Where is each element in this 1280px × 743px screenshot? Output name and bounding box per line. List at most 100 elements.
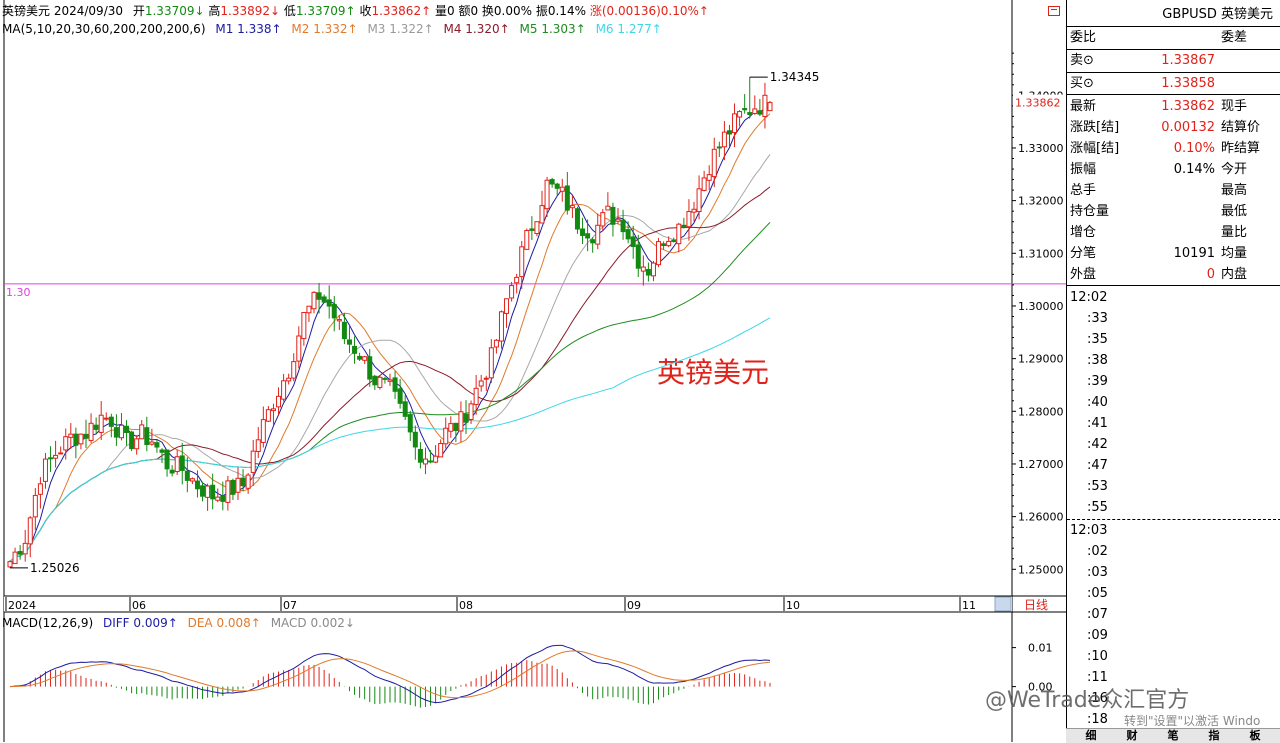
candle-body [144, 427, 150, 446]
macd-header: MACD(12,26,9) DIFF 0.009↑ DEA 0.008↑ MAC… [2, 616, 355, 630]
stat-label-right: 结算价 [1221, 120, 1261, 135]
macd-value: MACD 0.002↓ [270, 616, 355, 630]
ma-m1: M1 1.338↑ [215, 22, 282, 36]
tick-time: :10 [1067, 646, 1280, 667]
tick-time: :02 [1067, 541, 1280, 562]
kline-chart[interactable]: 1.30英镑美元 0.010.00 1.250001.260001.270001… [0, 0, 1066, 742]
candle-body [504, 298, 510, 314]
tick-time: :35 [1067, 329, 1280, 350]
candle-body [630, 236, 636, 248]
candle-body [220, 495, 226, 502]
open-label: 开 [132, 4, 145, 18]
candle-body [205, 485, 211, 498]
stat-label-right: 今开 [1221, 162, 1248, 177]
candle-body [645, 268, 651, 276]
candle-body [88, 422, 94, 441]
panel-tab[interactable]: 指 [1195, 729, 1233, 743]
support-line-label: 1.30 [6, 286, 31, 299]
candle-body [27, 517, 33, 545]
tick-time: :41 [1067, 413, 1280, 434]
ma-m4: M4 1.320↑ [443, 22, 510, 36]
candle-body [397, 388, 403, 404]
x-tick-label: 2024 [8, 599, 36, 612]
candle-body [341, 321, 347, 340]
candle-body [174, 456, 180, 473]
candle-body [194, 480, 200, 490]
bid-row[interactable]: 买⊙ 1.33858 [1067, 73, 1280, 94]
tick-time-label: :40 [1087, 395, 1108, 410]
ask-row[interactable]: 卖⊙ 1.33867 [1067, 50, 1280, 71]
panel-tab[interactable]: 财 [1113, 729, 1151, 743]
candle-body [726, 130, 732, 135]
stat-row: 持仓量 最低 [1067, 201, 1280, 222]
tick-time: :39 [1067, 371, 1280, 392]
candle-body [564, 185, 570, 211]
candle-body [306, 305, 312, 314]
tick-time-label: :53 [1087, 479, 1108, 494]
candle-body [22, 542, 28, 555]
y-tick-label: 1.31000 [1018, 247, 1064, 260]
candle-body [534, 221, 540, 235]
symbol-title: 英镑美元 [2, 4, 51, 18]
candle-body [585, 233, 591, 239]
stat-row: 振幅 0.14% 今开 [1067, 159, 1280, 180]
candle-body [377, 376, 383, 388]
candle-body [407, 414, 413, 433]
maximize-icon[interactable] [1048, 6, 1060, 16]
tick-time-label: 12:03 [1070, 523, 1108, 538]
y-tick-label: 1.26000 [1018, 511, 1064, 524]
panel-tab[interactable]: 板 [1236, 729, 1274, 743]
panel-tab[interactable]: 细 [1072, 729, 1110, 743]
tick-time-label: :42 [1087, 437, 1108, 452]
high-value: 1.33892↓ [220, 4, 281, 18]
change-value: 涨(0.00136)0.10%↑ [589, 4, 709, 18]
stat-value: 0 [1206, 267, 1215, 282]
candle-body [250, 450, 256, 473]
y-tick-label: 1.25000 [1018, 563, 1064, 576]
candle-body [316, 292, 322, 300]
candle-body [605, 205, 611, 211]
candle-body [417, 448, 423, 463]
candle-body [73, 433, 79, 446]
candle-body [600, 212, 606, 227]
y-tick-label: 1.32000 [1018, 195, 1064, 208]
candle-body [412, 431, 418, 448]
x-tick-label: 08 [459, 599, 473, 612]
stat-label: 外盘 [1070, 267, 1097, 282]
candle-body [7, 561, 13, 568]
stat-row: 增仓 量比 [1067, 222, 1280, 243]
candle-body [154, 442, 160, 448]
tick-time: :05 [1067, 583, 1280, 604]
tick-time-label: :39 [1087, 374, 1108, 389]
ma-line-m6 [9, 317, 771, 562]
candle-body [656, 241, 662, 266]
candle-body [179, 455, 185, 471]
tick-time: :53 [1067, 476, 1280, 497]
candle-body [559, 186, 565, 192]
candle-body [554, 183, 560, 189]
candle-body [483, 377, 489, 380]
candle-body [721, 131, 727, 148]
amount-value: 额0 [458, 4, 479, 18]
tick-time: :55 [1067, 497, 1280, 518]
candle-body [498, 311, 504, 342]
panel-tab[interactable]: 笔 [1154, 729, 1192, 743]
candle-body [245, 474, 251, 489]
tick-time-label: :05 [1087, 586, 1108, 601]
candle-body [752, 108, 758, 114]
stat-label: 分笔 [1070, 246, 1097, 261]
ma-line-m1 [9, 106, 771, 562]
candle-body [346, 339, 352, 345]
candle-body [448, 423, 454, 432]
candle-body [189, 478, 195, 482]
candle-body [291, 361, 297, 379]
tick-time-label: :03 [1087, 565, 1108, 580]
stat-row: 最新 1.33862 现手 [1067, 96, 1280, 117]
candle-body [402, 401, 408, 417]
candle-body [650, 262, 656, 277]
tick-time-label: :02 [1087, 544, 1108, 559]
candle-body [276, 395, 282, 408]
stat-label: 总手 [1070, 183, 1097, 198]
scroll-thumb [994, 596, 1012, 612]
axis-labels: 1.250001.260001.270001.280001.290001.300… [5, 52, 1065, 612]
